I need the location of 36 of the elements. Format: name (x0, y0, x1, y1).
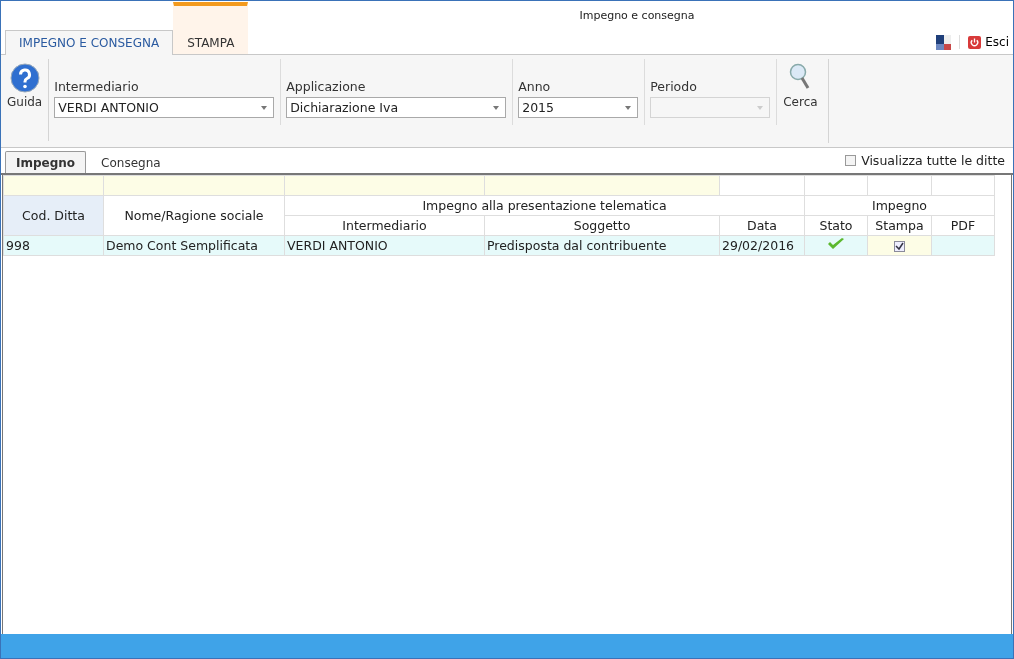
column-header: Intermediario (284, 215, 485, 236)
window-title: Impegno e consegna (579, 9, 695, 22)
ribbon-tab[interactable]: STAMPA (173, 2, 249, 54)
sub-tab[interactable]: Impegno (5, 151, 87, 173)
table-cell: 998 (3, 235, 104, 256)
help-icon (9, 63, 40, 93)
field-label: Intermediario (54, 79, 140, 94)
group-header: Impegno (804, 195, 995, 216)
column-header: PDF (931, 215, 995, 236)
column-header: Nome/Ragione sociale (103, 195, 285, 236)
field-label: Periodo (650, 79, 698, 94)
group-header: Impegno alla presentazione telematica (284, 195, 805, 216)
column-header: Data (719, 215, 805, 236)
dropdown[interactable]: VERDI ANTONIO (54, 97, 275, 118)
caret-icon (757, 105, 764, 110)
column-header: Stampa (867, 215, 932, 236)
column-header: Cod. Ditta (3, 195, 104, 236)
column-header: Stato (804, 215, 868, 236)
dropdown[interactable]: Dichiarazione Iva (286, 97, 507, 118)
field-label: Applicazione (286, 79, 367, 94)
caret-icon (625, 105, 632, 110)
dropdown[interactable]: 2015 (518, 97, 639, 118)
search-button[interactable]: Cerca (777, 55, 824, 109)
caret-icon (493, 105, 500, 110)
checkbox[interactable] (845, 155, 857, 166)
sub-tab[interactable]: Consegna (90, 151, 172, 173)
caret-icon (261, 105, 268, 110)
power-icon (968, 35, 982, 49)
column-header: Soggetto (484, 215, 720, 236)
checkbox-label: Visualizza tutte le ditte (861, 153, 1005, 168)
help-button[interactable]: Guida (1, 55, 49, 109)
ribbon-tab[interactable]: IMPEGNO E CONSEGNA (5, 30, 174, 55)
checkbox[interactable] (894, 241, 905, 252)
exit-button[interactable]: Esci (959, 35, 1009, 49)
flag-icon (936, 34, 952, 50)
field-label: Anno (518, 79, 552, 94)
